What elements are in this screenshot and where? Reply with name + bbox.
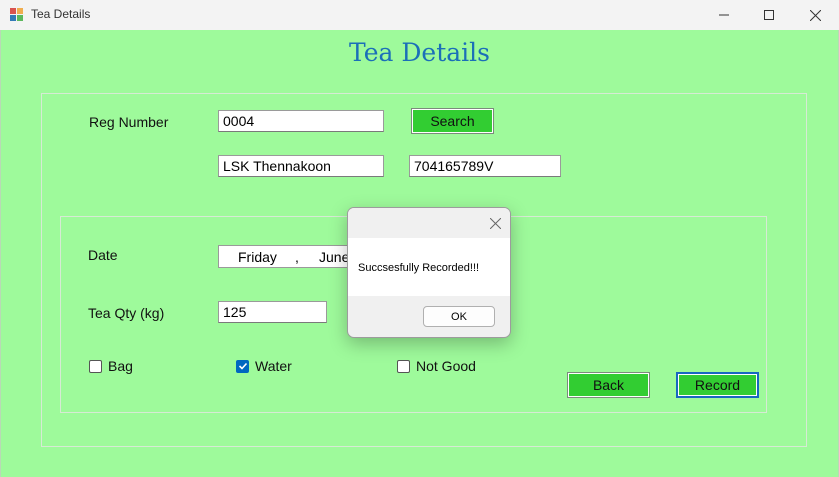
date-picker[interactable]: Friday , June bbox=[218, 245, 366, 268]
not-good-checkbox[interactable]: Not Good bbox=[397, 358, 476, 374]
reg-number-input[interactable]: 0004 bbox=[218, 110, 384, 132]
ok-button[interactable]: OK bbox=[423, 306, 495, 327]
date-day: Friday bbox=[238, 249, 277, 265]
close-icon bbox=[489, 217, 501, 229]
bag-checkbox[interactable]: Bag bbox=[89, 358, 133, 374]
dialog-close-button[interactable] bbox=[487, 215, 503, 231]
bag-checkbox-label: Bag bbox=[108, 358, 133, 374]
close-icon bbox=[809, 9, 821, 21]
nic-field[interactable]: 704165789V bbox=[409, 155, 561, 177]
checkmark-icon bbox=[238, 362, 247, 370]
dialog-title-bar bbox=[348, 208, 510, 238]
maximize-button[interactable] bbox=[746, 0, 792, 30]
dialog-message: Succsesfully Recorded!!! bbox=[358, 262, 480, 274]
page-title: Tea Details bbox=[349, 38, 490, 67]
back-button[interactable]: Back bbox=[567, 372, 650, 398]
date-label: Date bbox=[88, 247, 118, 263]
checkbox-box-checked[interactable] bbox=[236, 359, 249, 373]
checkbox-box[interactable] bbox=[89, 359, 102, 373]
not-good-checkbox-label: Not Good bbox=[416, 358, 476, 374]
message-dialog: Succsesfully Recorded!!! OK bbox=[347, 207, 511, 338]
name-field[interactable]: LSK Thennakoon bbox=[218, 155, 384, 177]
record-button[interactable]: Record bbox=[676, 372, 759, 398]
maximize-icon bbox=[764, 10, 774, 20]
minimize-button[interactable] bbox=[701, 0, 747, 30]
tea-qty-input[interactable]: 125 bbox=[218, 301, 327, 323]
close-button[interactable] bbox=[792, 0, 838, 30]
minimize-icon bbox=[719, 14, 729, 16]
search-button[interactable]: Search bbox=[411, 108, 494, 134]
water-checkbox-label: Water bbox=[255, 358, 292, 374]
checkbox-box[interactable] bbox=[397, 359, 410, 373]
dialog-body: Succsesfully Recorded!!! bbox=[348, 238, 510, 296]
tea-qty-label: Tea Qty (kg) bbox=[88, 305, 165, 321]
reg-number-label: Reg Number bbox=[89, 114, 169, 130]
date-separator: , bbox=[295, 249, 299, 265]
date-month: June bbox=[319, 249, 350, 265]
window-title: Tea Details bbox=[31, 7, 91, 21]
app-form-icon bbox=[10, 8, 24, 22]
title-bar: Tea Details bbox=[0, 0, 839, 30]
water-checkbox[interactable]: Water bbox=[236, 358, 292, 374]
